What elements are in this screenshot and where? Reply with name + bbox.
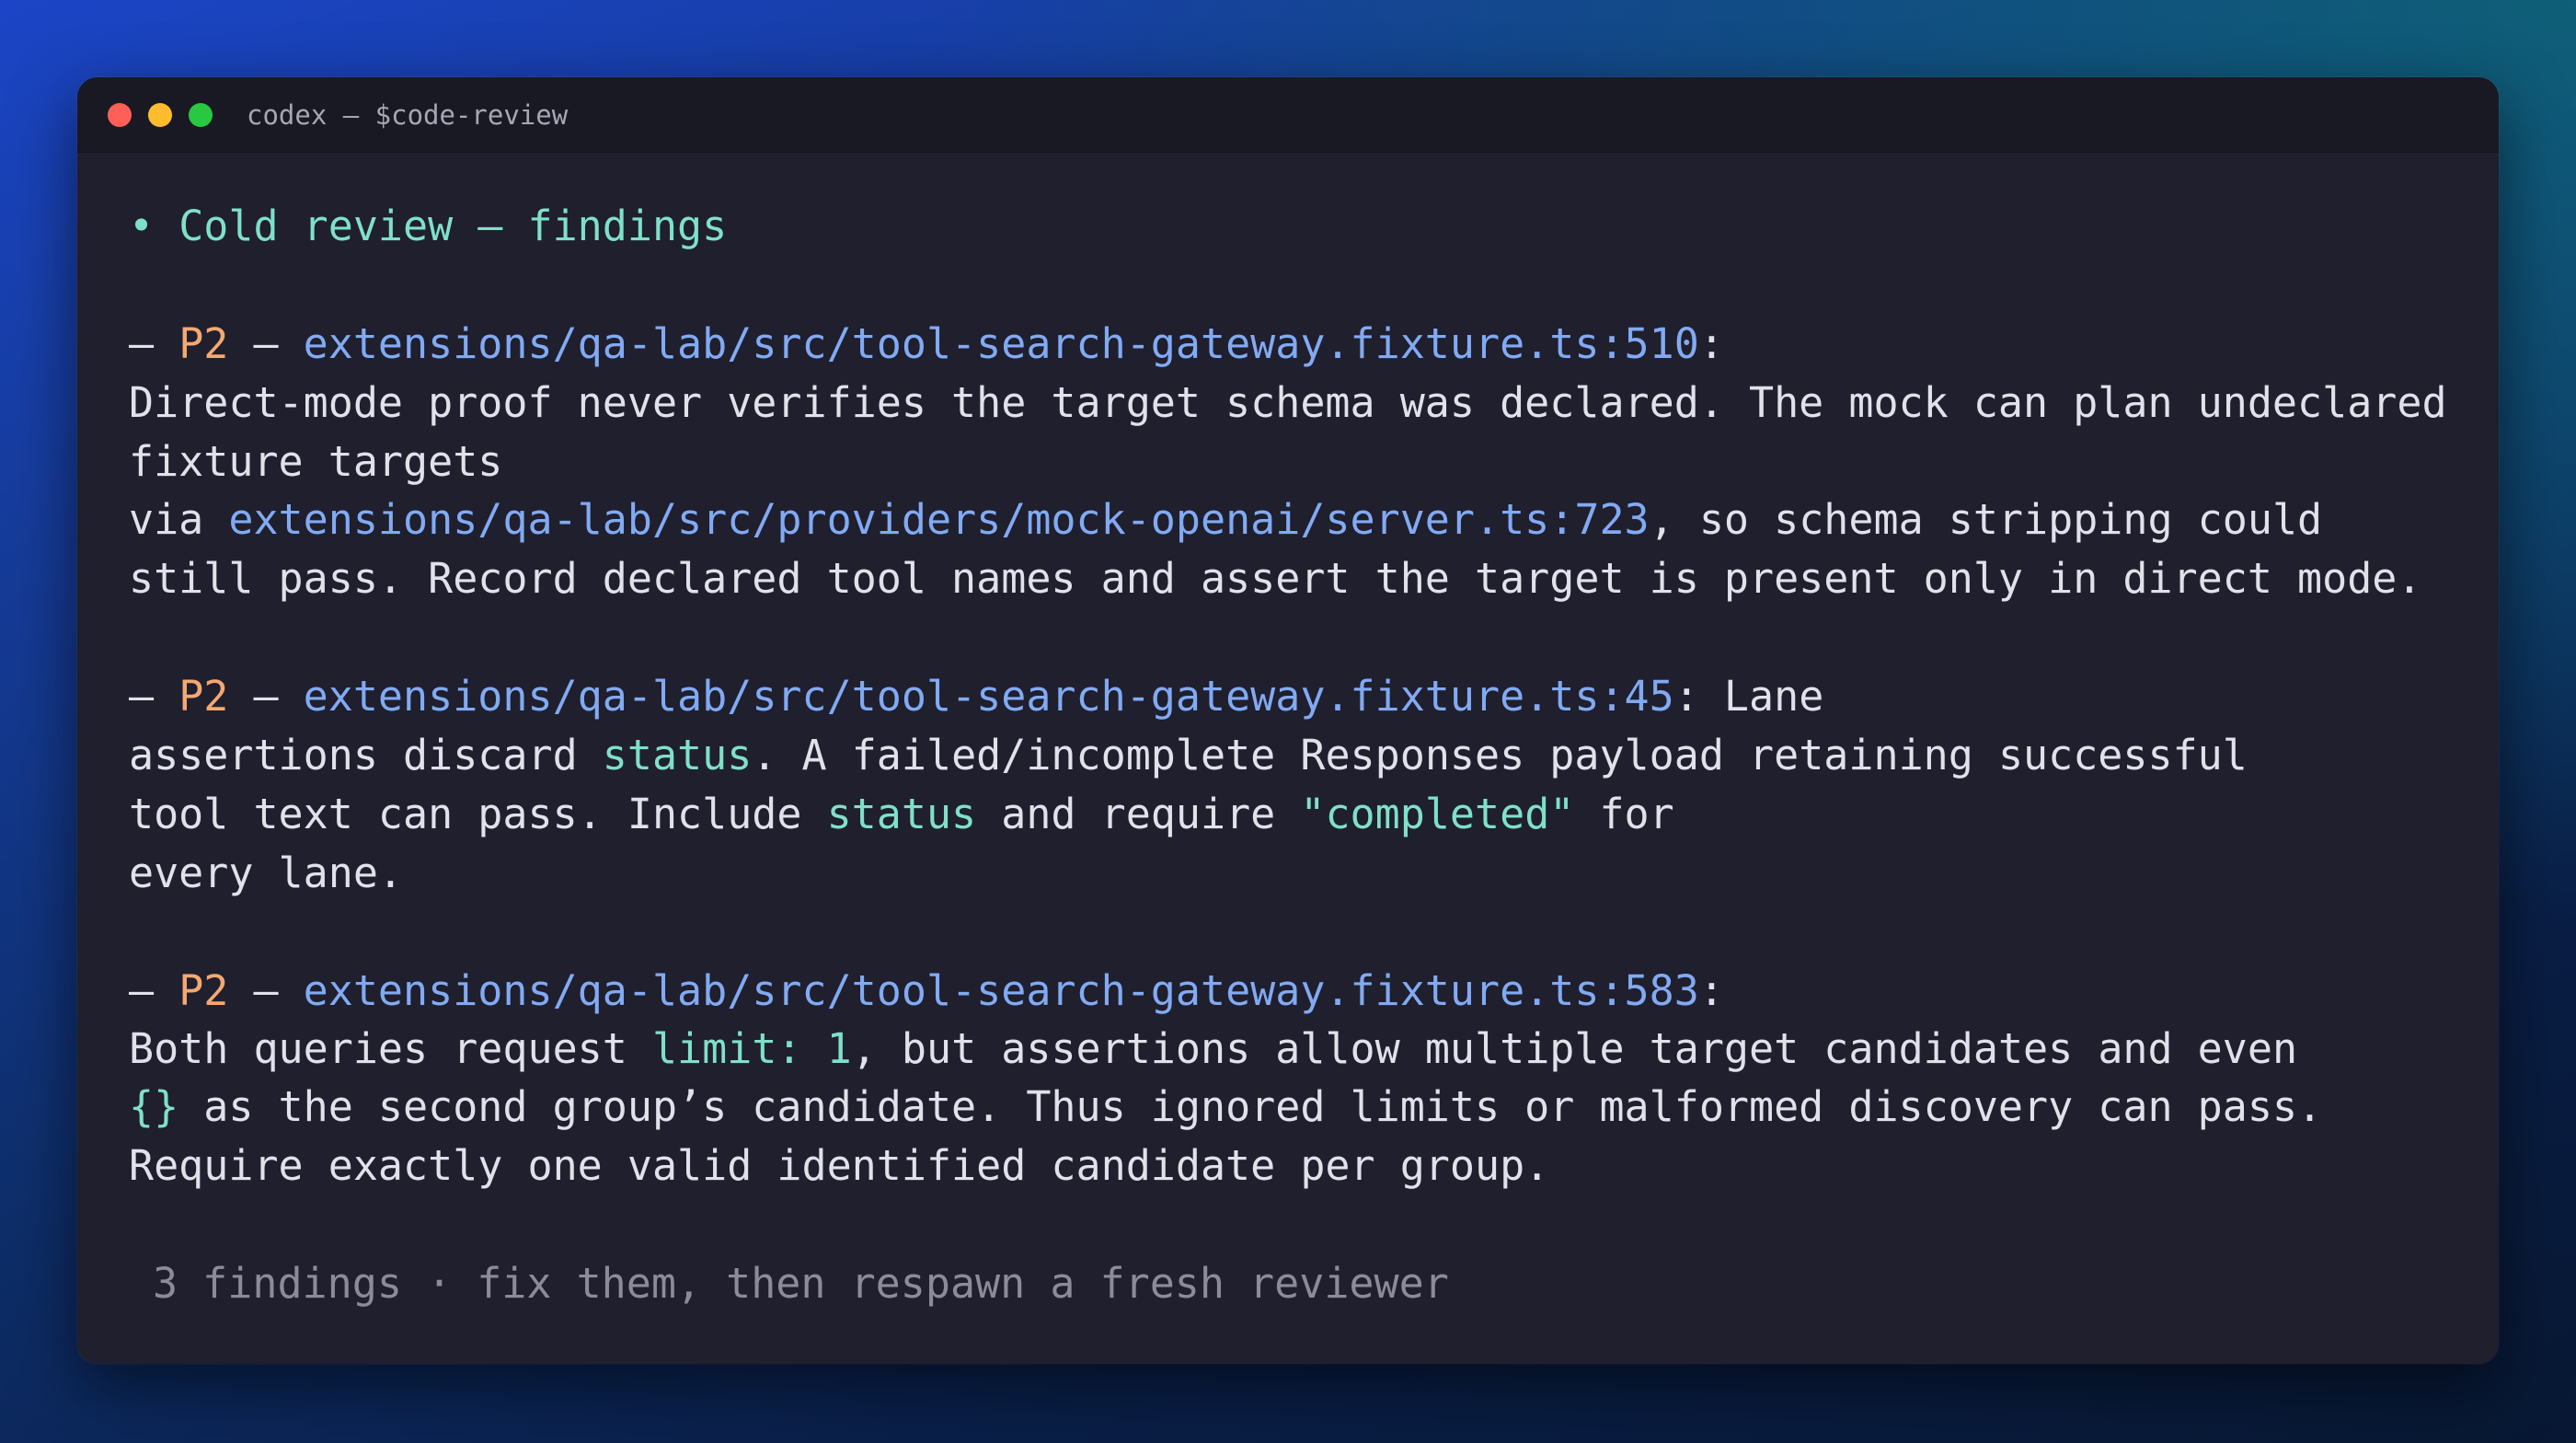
finding-separator: — (253, 966, 279, 1015)
review-heading: • Cold review — findings (129, 201, 727, 252)
finding-2-line-2: assertions discard status. A failed/inco… (129, 730, 2248, 781)
finding-3-header: – P2 — extensions/qa-lab/src/tool-search… (129, 965, 1724, 1017)
finding-3-line-4: Require exactly one valid identified can… (129, 1141, 1550, 1190)
code-limit: limit: 1 (651, 1024, 852, 1073)
finding-1-reference-link[interactable]: extensions/qa-lab/src/providers/mock-ope… (228, 495, 1649, 544)
finding-1-line-1: Direct-mode proof never verifies the tar… (129, 378, 2447, 427)
finding-1-line-3-rest: , so schema stripping could (1649, 495, 2323, 544)
code-status: status (826, 790, 977, 838)
finding-1-line-3: via extensions/qa-lab/src/providers/mock… (129, 494, 2322, 546)
finding-colon: : (1698, 966, 1724, 1015)
finding-3-location-link[interactable]: extensions/qa-lab/src/tool-search-gatewa… (304, 966, 1699, 1015)
finding-colon: : (1698, 319, 1724, 368)
text-segment: for (1574, 790, 1674, 838)
summary-footer: 3 findings · fix them, then respawn a fr… (153, 1259, 1449, 1308)
text-segment: Both queries request (129, 1024, 652, 1073)
heading-text: Cold review — findings (178, 202, 728, 250)
finding-1-header: – P2 — extensions/qa-lab/src/tool-search… (129, 318, 1724, 370)
code-completed: "completed" (1300, 790, 1575, 838)
text-segment: assertions discard (129, 731, 603, 779)
priority-badge: P2 (178, 966, 229, 1015)
code-empty-object: {} (129, 1082, 179, 1131)
priority-badge: P2 (178, 319, 229, 368)
finding-dash: – (129, 319, 155, 368)
text-segment: tool text can pass. Include (129, 790, 827, 838)
text-segment: and require (976, 790, 1301, 838)
finding-1-line-4: still pass. Record declared tool names a… (129, 554, 2422, 603)
finding-3-line-3: {} as the second group’s candidate. Thus… (129, 1081, 2322, 1133)
finding-dash: – (129, 672, 155, 721)
finding-separator: — (253, 319, 279, 368)
finding-1-line-2: fixture targets (129, 437, 503, 486)
text-segment: , but assertions allow multiple target c… (851, 1024, 2298, 1073)
finding-2-line-3: tool text can pass. Include status and r… (129, 789, 1674, 840)
finding-2-location-link[interactable]: extensions/qa-lab/src/tool-search-gatewa… (304, 672, 1674, 721)
finding-separator: — (253, 672, 279, 721)
finding-2-header-rest: : Lane (1673, 672, 1824, 721)
terminal-output: • Cold review — findings – P2 — extensio… (129, 0, 2484, 1380)
finding-2-header: – P2 — extensions/qa-lab/src/tool-search… (129, 671, 1823, 722)
finding-dash: – (129, 966, 155, 1015)
finding-1-location-link[interactable]: extensions/qa-lab/src/tool-search-gatewa… (304, 319, 1699, 368)
text-segment: as the second group’s candidate. Thus ig… (178, 1082, 2323, 1131)
priority-badge: P2 (178, 672, 229, 721)
finding-2-line-4: every lane. (129, 848, 404, 897)
text-segment: . A failed/incomplete Responses payload … (752, 731, 2248, 779)
code-status: status (602, 731, 753, 779)
finding-3-line-2: Both queries request limit: 1, but asser… (129, 1023, 2297, 1075)
heading-bullet: • (129, 202, 155, 250)
via-text: via (129, 495, 229, 544)
